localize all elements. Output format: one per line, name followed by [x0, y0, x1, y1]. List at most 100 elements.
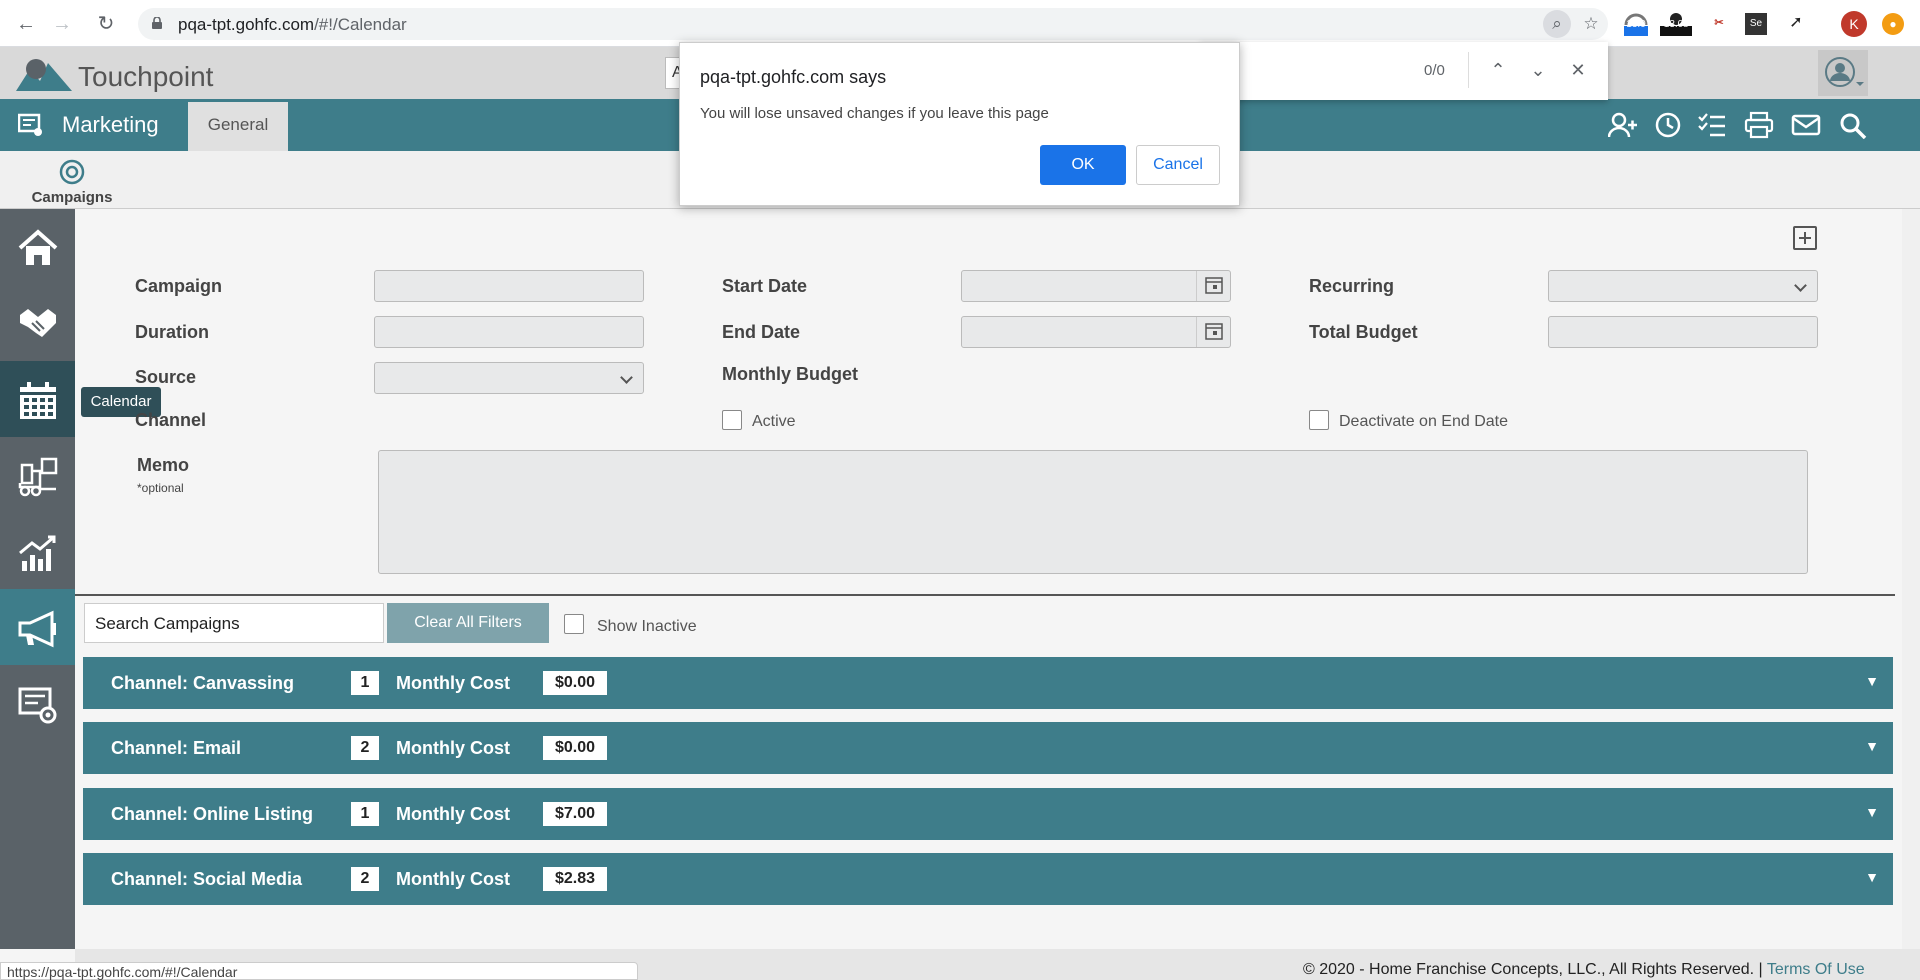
sidebar-item-deals[interactable]	[0, 285, 75, 361]
status-bar-url: https://pqa-tpt.gohfc.com/#!/Calendar	[0, 962, 638, 980]
chevron-up-icon[interactable]: ⌃	[1484, 56, 1512, 84]
logo-text: Touchpoint	[78, 61, 214, 92]
channel-row[interactable]: Channel: Social Media 2 Monthly Cost $2.…	[83, 853, 1893, 905]
add-campaign-button[interactable]	[1793, 226, 1817, 250]
tab-general[interactable]: General	[188, 102, 288, 151]
sidebar-item-settings[interactable]	[0, 665, 75, 741]
ok-button[interactable]: OK	[1040, 145, 1126, 185]
profile-avatar[interactable]: K	[1841, 11, 1867, 37]
reload-icon[interactable]: ↻	[94, 12, 118, 36]
channel-count: 1	[351, 671, 379, 695]
start-date-label: Start Date	[722, 276, 808, 296]
selenium-extension-icon[interactable]: Se	[1745, 13, 1767, 35]
megaphone-icon	[18, 610, 56, 648]
monthly-budget-label: Monthly Budget	[722, 364, 858, 384]
duration-label: Duration	[135, 322, 209, 342]
show-inactive-checkbox[interactable]	[564, 614, 584, 634]
channel-row[interactable]: Channel: Canvassing 1 Monthly Cost $0.00…	[83, 657, 1893, 709]
monthly-cost-label: Monthly Cost	[396, 804, 510, 824]
duration-field[interactable]	[374, 316, 644, 348]
user-icon	[1825, 57, 1864, 87]
target-icon	[59, 159, 85, 185]
channel-row[interactable]: Channel: Email 2 Monthly Cost $0.00 ▼	[83, 722, 1893, 774]
start-date-field[interactable]	[961, 270, 1231, 302]
marketing-module-icon	[18, 113, 42, 136]
memo-textarea[interactable]	[378, 450, 1808, 574]
sidebar	[0, 209, 75, 949]
sidebar-item-reports[interactable]	[0, 513, 75, 589]
expand-caret-icon[interactable]: ▼	[1865, 738, 1879, 754]
end-date-label: End Date	[722, 322, 801, 342]
user-menu[interactable]	[1818, 50, 1868, 96]
channel-name: Channel: Online Listing	[111, 804, 313, 824]
back-icon[interactable]: ←	[14, 12, 38, 36]
zoom-icon[interactable]: ⌕	[1543, 10, 1571, 38]
subnav-campaigns[interactable]: Campaigns	[30, 155, 114, 207]
expand-caret-icon[interactable]: ▼	[1865, 804, 1879, 820]
url-text: pqa-tpt.gohfc.com/#!/Calendar	[178, 15, 407, 34]
monthly-cost-label: Monthly Cost	[396, 673, 510, 693]
search-campaigns-input[interactable]: Search Campaigns	[84, 603, 384, 643]
find-separator	[1468, 52, 1469, 88]
channel-count: 2	[351, 736, 379, 760]
channel-row[interactable]: Channel: Online Listing 1 Monthly Cost $…	[83, 788, 1893, 840]
forward-icon[interactable]: →	[50, 12, 74, 36]
task-list-icon[interactable]	[1697, 111, 1727, 139]
active-checkbox[interactable]	[722, 410, 742, 430]
copyright-label: © 2020 - Home Franchise Concepts, LLC., …	[1303, 961, 1763, 978]
address-bar[interactable]: pqa-tpt.gohfc.com/#!/Calendar ⌕ ☆	[138, 8, 1608, 40]
expand-caret-icon[interactable]: ▼	[1865, 673, 1879, 689]
total-budget-label: Total Budget	[1309, 322, 1418, 342]
calendar-icon	[20, 382, 56, 419]
bookmark-star-icon[interactable]: ☆	[1581, 14, 1601, 34]
source-label: Source	[135, 367, 197, 387]
print-icon[interactable]	[1744, 111, 1774, 139]
expand-caret-icon[interactable]: ▼	[1865, 869, 1879, 885]
terms-of-use-link[interactable]: Terms Of Use	[1767, 961, 1865, 978]
sidebar-item-operations[interactable]	[0, 437, 75, 513]
sidebar-item-home[interactable]	[0, 209, 75, 285]
forklift-icon	[18, 457, 58, 497]
monthly-cost-value: $7.00	[543, 802, 607, 826]
timer-extension-icon[interactable]: 13.0s	[1660, 11, 1692, 36]
add-user-icon[interactable]	[1608, 111, 1638, 139]
settings-list-icon	[18, 687, 57, 724]
calendar-icon[interactable]	[1196, 271, 1230, 301]
extension-icon[interactable]: ✂	[1708, 11, 1730, 35]
chevron-down-icon[interactable]: ⌄	[1524, 56, 1552, 84]
alert-dialog: pqa-tpt.gohfc.com says You will lose uns…	[679, 42, 1240, 206]
page-scrollbar[interactable]	[1902, 209, 1920, 949]
deactivate-checkbox[interactable]	[1309, 410, 1329, 430]
sidebar-item-marketing[interactable]	[0, 589, 75, 665]
campaign-field[interactable]	[374, 270, 644, 302]
active-label: Active	[752, 413, 796, 430]
home-icon	[18, 229, 58, 265]
calendar-icon[interactable]	[1196, 317, 1230, 347]
search-icon[interactable]	[1838, 111, 1868, 139]
sidebar-item-calendar[interactable]	[0, 361, 75, 437]
handshake-icon	[20, 309, 56, 337]
subnav-campaigns-label: Campaigns	[31, 189, 113, 206]
channel-count: 1	[351, 802, 379, 826]
end-date-field[interactable]	[961, 316, 1231, 348]
total-budget-field[interactable]	[1548, 316, 1818, 348]
channel-name: Channel: Email	[111, 738, 242, 758]
chart-icon	[19, 535, 56, 571]
close-icon[interactable]: ✕	[1564, 56, 1592, 84]
channel-label: Channel	[135, 410, 207, 430]
touchpoint-logo	[16, 59, 72, 91]
memo-optional-note: *optional	[137, 481, 184, 495]
mail-icon[interactable]	[1791, 111, 1821, 139]
clear-all-filters-button[interactable]: Clear All Filters	[387, 603, 549, 643]
section-divider	[75, 594, 1895, 596]
monthly-cost-value: $0.00	[543, 671, 607, 695]
campaign-label: Campaign	[135, 276, 223, 296]
clock-icon[interactable]	[1654, 111, 1684, 139]
cursor-extension-icon[interactable]: ➚	[1785, 11, 1807, 35]
speed-extension-icon[interactable]: 13.0	[1622, 11, 1650, 36]
recurring-select[interactable]	[1548, 270, 1818, 302]
source-select[interactable]	[374, 362, 644, 394]
cancel-button[interactable]: Cancel	[1136, 145, 1220, 185]
find-bar: 0/0 ⌃ ⌄ ✕	[1200, 42, 1608, 100]
extension-icon[interactable]: ●	[1882, 13, 1904, 35]
